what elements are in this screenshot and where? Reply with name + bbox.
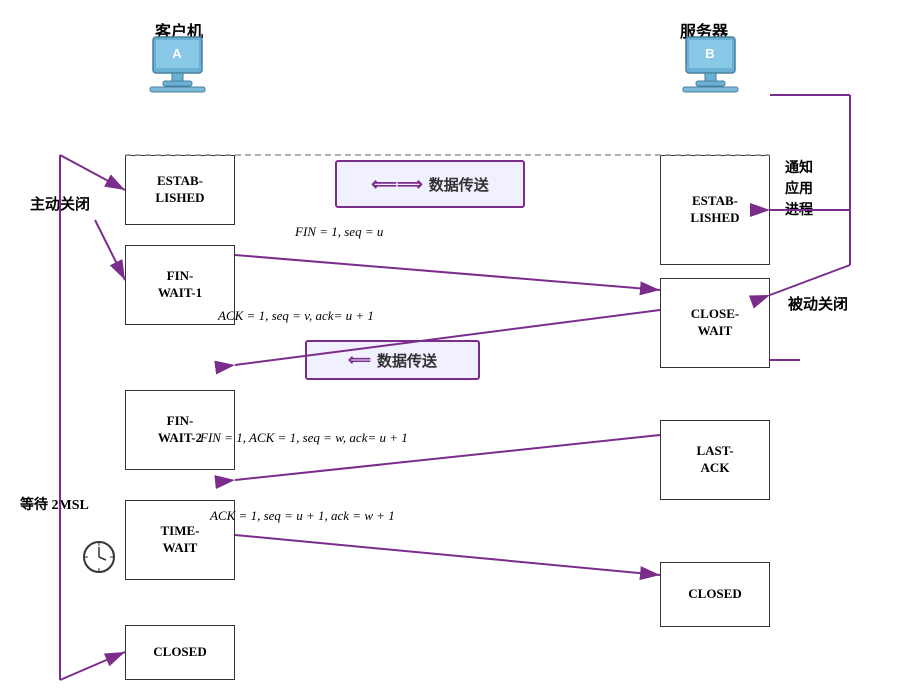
svg-text:B: B — [705, 46, 714, 61]
last-ack: LAST-ACK — [660, 420, 770, 500]
clock-icon — [82, 540, 116, 579]
closed-server: CLOSED — [660, 562, 770, 627]
svg-text:A: A — [172, 46, 182, 61]
passive-close-label: 被动关闭 — [788, 295, 848, 316]
server-computer: B — [678, 35, 743, 97]
established-client: ESTAB-LISHED — [125, 155, 235, 225]
close-wait: CLOSE-WAIT — [660, 278, 770, 368]
wait-2msl-label: 等待 2MSL — [20, 495, 89, 517]
notify-app-label: 通知应用进程 — [785, 158, 813, 221]
fin-ack-arrow-label: FIN = 1, ACK = 1, seq = w, ack= u + 1 — [200, 430, 408, 446]
data-transfer-top: ⟸⟹ 数据传送 — [335, 160, 525, 208]
closed-client: CLOSED — [125, 625, 235, 680]
diagram-container: 客户机 服务器 A B ESTAB-LISHED FIN-W — [0, 0, 908, 694]
client-computer: A — [145, 35, 210, 97]
fin-arrow-label: FIN = 1, seq = u — [295, 224, 383, 240]
established-server: ESTAB-LISHED — [660, 155, 770, 265]
active-close-label: 主动关闭 — [30, 195, 90, 216]
ack-arrow-label: ACK = 1, seq = v, ack= u + 1 — [218, 308, 374, 324]
data-transfer-mid: ⟸ 数据传送 — [305, 340, 480, 380]
last-ack-arrow-label: ACK = 1, seq = u + 1, ack = w + 1 — [210, 508, 395, 524]
